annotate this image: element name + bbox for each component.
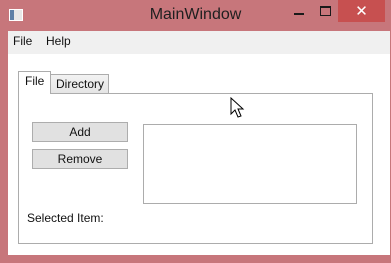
items-listbox[interactable] [143, 124, 357, 204]
tab-directory[interactable]: Directory [50, 74, 109, 94]
mouse-pointer-icon [230, 97, 245, 118]
minimize-button[interactable] [286, 0, 312, 22]
remove-button[interactable]: Remove [32, 149, 128, 169]
menu-bar: File Help [8, 31, 390, 54]
add-button[interactable]: Add [32, 122, 128, 142]
close-icon: ✕ [355, 2, 368, 20]
title-bar[interactable]: MainWindow ✕ [0, 0, 391, 32]
menu-file[interactable]: File [13, 34, 32, 48]
maximize-button[interactable] [312, 0, 338, 22]
tab-file[interactable]: File [18, 71, 51, 94]
maximize-icon [319, 6, 331, 16]
menu-help[interactable]: Help [46, 34, 71, 48]
close-button[interactable]: ✕ [338, 0, 385, 22]
minimize-icon [294, 13, 304, 15]
selected-item-label: Selected Item: [27, 211, 104, 225]
client-area: File Help File Directory Add Remove Sele… [8, 31, 390, 255]
main-window: MainWindow ✕ File Help File Directory Ad… [0, 0, 391, 263]
